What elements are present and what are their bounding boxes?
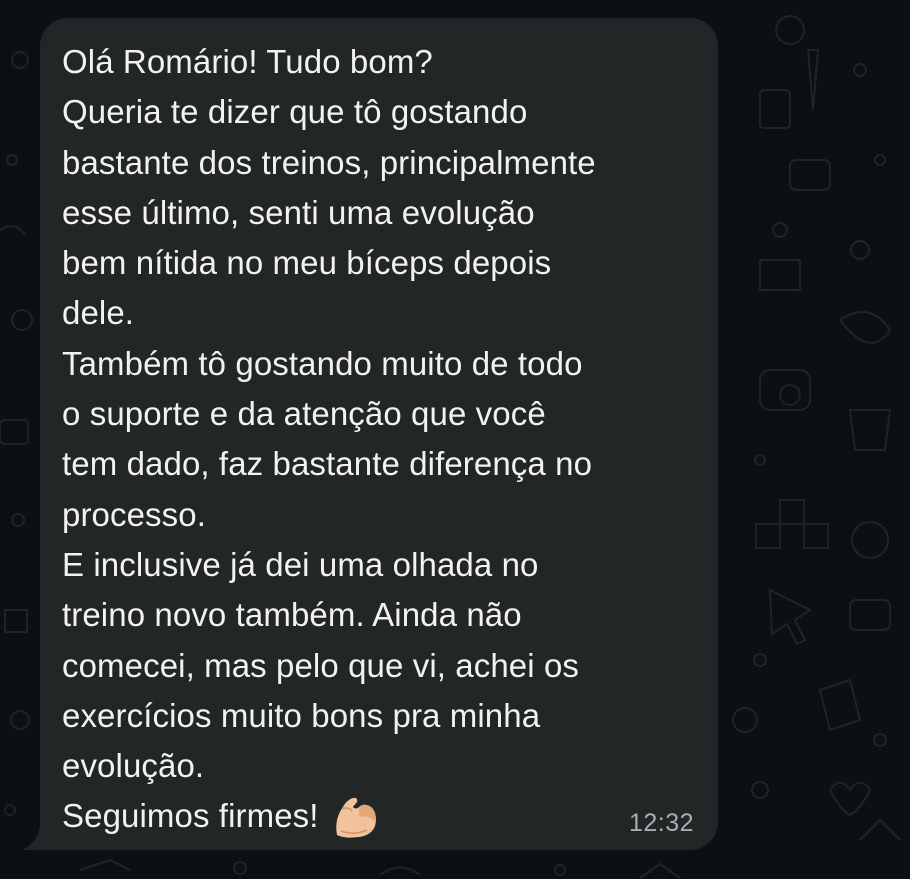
message-line: Seguimos firmes! <box>62 797 319 835</box>
message-line: processo. <box>62 495 206 533</box>
message-last-line: Seguimos firmes! <box>62 791 694 841</box>
message-line: comecei, mas pelo que vi, achei os <box>62 646 579 684</box>
message-line: esse último, senti uma evolução <box>62 193 535 231</box>
message-line: dele. <box>62 294 135 332</box>
message-text: Olá Romário! Tudo bom? Queria te dizer q… <box>62 37 694 842</box>
message-line: E inclusive já dei uma olhada no <box>62 545 539 583</box>
message-line: bem nítida no meu bíceps depois <box>62 244 552 282</box>
message-bubble[interactable]: Olá Romário! Tudo bom? Queria te dizer q… <box>40 18 718 850</box>
message-line: o suporte e da atenção que você <box>62 395 546 433</box>
message-line: Também tô gostando muito de todo <box>62 344 583 382</box>
message-line: evolução. <box>62 747 205 785</box>
message-line: treino novo também. Ainda não <box>62 596 522 634</box>
message-line: Queria te dizer que tô gostando <box>62 93 528 131</box>
message-line: tem dado, faz bastante diferença no <box>62 445 593 483</box>
flexed-biceps-icon <box>331 795 381 839</box>
message-line: Olá Romário! Tudo bom? <box>62 43 433 80</box>
message-bubble-tail <box>22 822 50 850</box>
message-timestamp: 12:32 <box>628 809 694 837</box>
message-line: exercícios muito bons pra minha <box>62 696 541 734</box>
message-line: bastante dos treinos, principalmente <box>62 143 596 181</box>
